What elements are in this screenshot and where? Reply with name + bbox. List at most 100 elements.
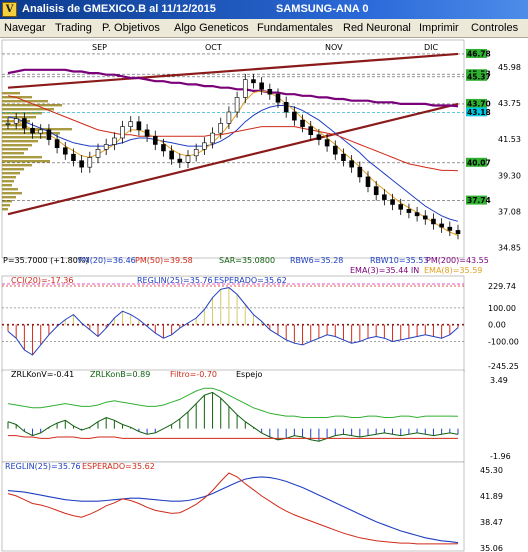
title-bar: V Analisis de GMEXICO.B al 11/12/2015 SA… [0, 0, 528, 19]
device-label: SAMSUNG-ANA 0 [276, 3, 369, 15]
y-tick-label: 39.30 [498, 171, 521, 180]
level-tag-label: 45.37 [467, 72, 491, 81]
chart-panels: SEP OCT NOV DIC 45.98 43.75 41.53 39.30 37.08 34.… [0, 38, 528, 552]
price-candle [5, 123, 11, 125]
volume-bar [2, 168, 24, 171]
espejo-label: Espejo [236, 370, 262, 379]
price-candle [79, 160, 84, 168]
zrlkonv-label: ZRLKonV=-0.41 [11, 370, 74, 379]
price-candle [152, 136, 158, 145]
price-candle [382, 194, 387, 200]
menu-trading[interactable]: Trading [55, 22, 92, 34]
price-candle [316, 134, 322, 140]
price-candle [341, 153, 346, 161]
price-candle [136, 121, 142, 131]
volume-bar [2, 156, 42, 159]
reglin-tick-label: 35.06 [480, 544, 503, 552]
price-candle [300, 119, 305, 127]
volume-bar [2, 176, 16, 179]
menu-navegar[interactable]: Navegar [4, 22, 46, 34]
volume-bar [2, 160, 50, 163]
menu-bar: Navegar Trading P. Objetivos Algo Geneti… [0, 19, 528, 38]
readout-pm50: PM(50)=39.58 [135, 256, 193, 265]
volume-bar [2, 104, 62, 107]
readout-pm20: PM(20)=36.46 [78, 256, 136, 265]
price-candle [202, 142, 207, 150]
menu-objetivos[interactable]: P. Objetivos [102, 22, 160, 34]
price-candle [193, 149, 199, 157]
chart-app-icon: V [2, 2, 17, 17]
volume-bar [2, 148, 28, 151]
price-candle [242, 79, 248, 98]
price-candle [349, 160, 354, 168]
volume-bar [2, 204, 10, 207]
price-candle [103, 144, 109, 150]
cci-tick-label: -245.25 [488, 362, 519, 371]
price-candle [30, 127, 35, 134]
cci-tick-label: -100.00 [488, 338, 519, 347]
price-candle [161, 144, 166, 152]
cci-panel: 229.74 100.00 0.00 -100.00 -245.25 CCI(20)=-1… [1, 275, 519, 373]
price-candle [112, 137, 117, 145]
price-candle [308, 126, 314, 136]
price-candle [414, 212, 420, 217]
zrl-plot-frame [1, 369, 465, 463]
menu-controles[interactable]: Controles [471, 22, 518, 34]
volume-bar [2, 92, 20, 95]
price-candle [62, 147, 68, 155]
menu-algo-geneticos[interactable]: Algo Geneticos [174, 22, 249, 34]
price-candle [439, 223, 444, 228]
price-candle [373, 186, 379, 196]
level-tag: 45.37 [466, 71, 491, 81]
price-candle [144, 129, 150, 137]
price-candle [259, 82, 264, 90]
price-candle [422, 215, 428, 220]
zrlkonb-label: ZRLKonB=0.89 [90, 370, 150, 379]
readout-ema8: EMA(8)=35.59 [424, 266, 482, 275]
chart-area[interactable]: SEP OCT NOV DIC 45.98 43.75 41.53 39.30 37.08 34.… [0, 38, 528, 552]
readout-sar: SAR=35.0800 [219, 256, 275, 265]
price-panel: SEP OCT NOV DIC 45.98 43.75 41.53 39.30 37.08 34.… [1, 39, 521, 259]
volume-bar [2, 188, 18, 191]
price-readouts: P=35.7000 (+1.80%) PM(20)=36.46 PM(50)=3… [3, 256, 489, 275]
y-tick-label: 43.75 [498, 99, 521, 108]
volume-bar [2, 136, 46, 139]
price-candle [447, 226, 453, 231]
esperado-label: ESPERADO=35.62 [82, 462, 155, 471]
price-candle [38, 129, 44, 134]
volume-bar [2, 192, 22, 195]
price-candle [431, 218, 436, 225]
month-label: DIC [424, 43, 439, 52]
price-candle [283, 101, 289, 113]
volume-bar [2, 184, 12, 187]
menu-red-neuronal[interactable]: Red Neuronal [343, 22, 411, 34]
price-candle [226, 111, 232, 124]
reglin-tick-label: 45.30 [480, 466, 503, 475]
reglin-panel: 45.30 41.89 38.47 35.06 REGLIN(25)=35.76 ESPE… [1, 461, 503, 552]
volume-bar [2, 180, 14, 183]
price-candle [22, 118, 27, 129]
price-candle [357, 166, 363, 178]
price-candle [390, 199, 395, 205]
reglin-label: REGLIN(25)=35.76 [137, 276, 213, 285]
y-tick-label: 37.08 [498, 207, 521, 216]
level-tag: 43.18 [466, 107, 491, 117]
price-candle [251, 79, 256, 84]
volume-bar [2, 152, 24, 155]
readout-ema3: EMA(3)=35.44 IN [350, 266, 419, 275]
price-candle [332, 145, 338, 155]
volume-bar [2, 196, 16, 199]
price-candle [177, 158, 183, 163]
price-candle [95, 149, 101, 158]
menu-imprimir[interactable]: Imprimir [419, 22, 459, 34]
price-candle [324, 139, 330, 147]
volume-bar [2, 144, 32, 147]
volume-bar [2, 164, 32, 167]
filtro-label: Filtro=-0.70 [170, 370, 217, 379]
menu-fundamentales[interactable]: Fundamentales [257, 22, 333, 34]
esperado-label: ESPERADO=35.62 [214, 276, 287, 285]
price-candle [13, 118, 19, 124]
price-candle [54, 139, 60, 149]
level-tag: 40.07 [466, 157, 491, 167]
price-candle [218, 123, 224, 134]
